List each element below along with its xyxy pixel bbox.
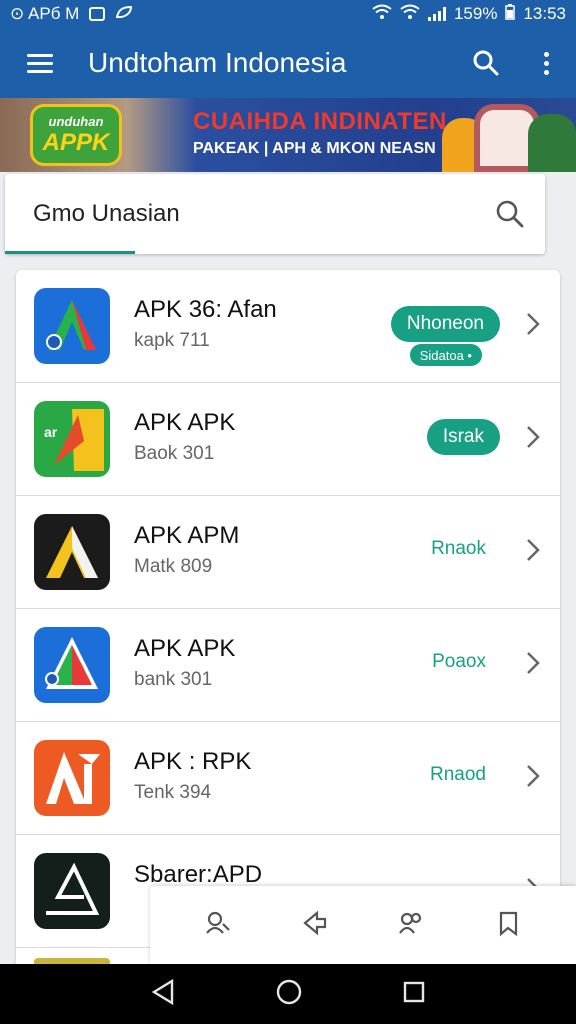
- action-button[interactable]: Nhoneon: [390, 306, 500, 342]
- status-badge: Sidatoa •: [409, 344, 482, 366]
- search-bar[interactable]: Gmo Unasian: [5, 174, 545, 254]
- list-item[interactable]: APK : RPK Tenk 394 Rnaod: [16, 722, 560, 835]
- app-bar: Undtoham Indonesia: [0, 28, 576, 98]
- clock: 13:53: [523, 4, 566, 23]
- app-subtitle: Tenk 394: [134, 782, 212, 803]
- app-icon-f: [34, 853, 110, 929]
- people-search-icon[interactable]: [204, 909, 232, 942]
- banner-person-3: [528, 114, 576, 172]
- status-bar: ⊙ APб M 159% 13:53: [0, 0, 576, 28]
- chevron-right-icon[interactable]: [524, 649, 542, 682]
- app-name: Sbarer:APD: [134, 861, 263, 888]
- action-link[interactable]: Rnaod: [430, 764, 486, 786]
- banner-headline: CUAIHDA INDINATEN: [193, 108, 447, 135]
- app-icon-c: [34, 514, 110, 590]
- app-icon-e: [34, 740, 110, 816]
- notification-icon: [89, 7, 106, 21]
- back-icon[interactable]: [150, 978, 176, 1011]
- banner-subline: PAKEAK | APH & MKON NEASN: [193, 140, 436, 157]
- banner-logo: unduhan APPK: [30, 104, 122, 166]
- promo-banner[interactable]: unduhan APPK CUAIHDA INDINATEN PAKEAK | …: [0, 98, 576, 172]
- list-item[interactable]: APK APK bank 301 Poaox: [16, 609, 560, 722]
- list-item[interactable]: APK 36: Afan kapk 711 Nhoneon Sidatoa •: [16, 270, 560, 383]
- app-name: APK APM: [134, 522, 240, 549]
- app-subtitle: Baok 301: [134, 443, 215, 464]
- hamburger-icon[interactable]: [0, 28, 80, 98]
- app-subtitle: Matk 809: [134, 556, 213, 577]
- recents-icon[interactable]: [402, 980, 426, 1009]
- app-icon-b: ar: [34, 401, 110, 477]
- system-nav-bar: [0, 964, 576, 1024]
- group-icon[interactable]: [397, 909, 425, 942]
- bookmark-icon[interactable]: [494, 909, 522, 942]
- more-vert-icon[interactable]: [516, 28, 576, 98]
- app-name: APK APK: [134, 635, 236, 662]
- share-icon[interactable]: [301, 909, 329, 942]
- chevron-right-icon[interactable]: [524, 762, 542, 795]
- action-link[interactable]: Rnaok: [431, 538, 486, 560]
- app-icon-a: [34, 288, 110, 364]
- status-left-text: ⊙ APб M: [10, 4, 80, 23]
- app-subtitle: bank 301: [134, 669, 213, 690]
- app-list: APK 36: Afan kapk 711 Nhoneon Sidatoa • …: [16, 270, 560, 970]
- svg-text:ar: ar: [44, 424, 58, 440]
- search-icon[interactable]: [475, 199, 545, 229]
- search-icon[interactable]: [456, 28, 516, 98]
- action-button[interactable]: Israk: [426, 419, 500, 455]
- app-name: APK APK: [134, 409, 236, 436]
- list-item[interactable]: ar APK APK Baok 301 Israk: [16, 383, 560, 496]
- wifi-alt-icon: [400, 4, 420, 25]
- battery-percent: 159%: [453, 4, 498, 23]
- chevron-right-icon[interactable]: [524, 536, 542, 569]
- app-name: APK 36: Afan: [134, 296, 277, 323]
- app-icon-d: [34, 627, 110, 703]
- app-subtitle: kapk 711: [134, 330, 210, 351]
- search-tab-indicator: [5, 251, 135, 254]
- bottom-tab-bar: [150, 886, 576, 964]
- search-input[interactable]: Gmo Unasian: [5, 200, 475, 228]
- wifi-icon: [372, 4, 392, 25]
- signal-icon: [427, 7, 446, 21]
- action-link[interactable]: Poaox: [432, 651, 486, 673]
- app-name: APK : RPK: [134, 748, 252, 775]
- chevron-right-icon[interactable]: [524, 310, 542, 343]
- list-item[interactable]: APK APM Matk 809 Rnaok: [16, 496, 560, 609]
- battery-icon: [505, 3, 516, 25]
- app-title: Undtoham Indonesia: [88, 47, 347, 78]
- home-icon[interactable]: [275, 978, 303, 1011]
- leaf-icon: [115, 4, 133, 24]
- chevron-right-icon[interactable]: [524, 423, 542, 456]
